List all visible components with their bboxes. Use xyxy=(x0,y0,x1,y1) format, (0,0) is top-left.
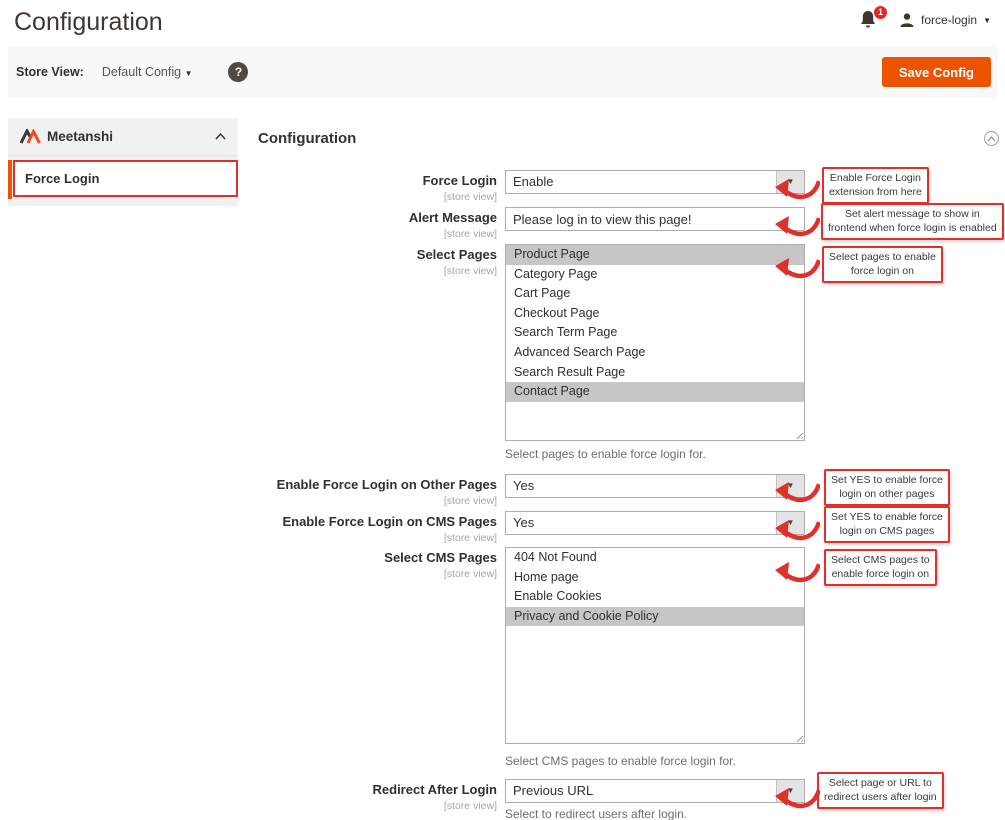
store-view-toolbar: Store View: Default Config ▼ ? Save Conf… xyxy=(8,46,997,98)
chevron-up-icon xyxy=(215,133,226,140)
scope-label: [store view] xyxy=(258,191,497,203)
callout-arrow-icon xyxy=(774,514,820,542)
scope-label: [store view] xyxy=(258,800,497,812)
option-home-page[interactable]: Home page xyxy=(506,568,804,588)
callout-arrow-icon xyxy=(774,782,820,810)
callout-force-login: Enable Force Loginextension from here xyxy=(822,167,929,204)
select-value: Enable xyxy=(513,171,553,193)
option-category-page[interactable]: Category Page xyxy=(506,265,804,285)
username-label: force-login xyxy=(921,13,977,27)
scope-label: [store view] xyxy=(258,228,497,240)
active-item-accent-bar xyxy=(8,160,12,199)
config-section-title: Configuration xyxy=(258,130,356,147)
callout-other-pages: Set YES to enable forcelogin on other pa… xyxy=(824,469,950,506)
option-advanced-search-page[interactable]: Advanced Search Page xyxy=(506,343,804,363)
force-login-select[interactable]: Enable ▼ xyxy=(505,170,805,194)
scope-label: [store view] xyxy=(258,265,497,277)
option-checkout-page[interactable]: Checkout Page xyxy=(506,304,804,324)
field-label-other-pages: Enable Force Login on Other Pages [store… xyxy=(258,476,497,507)
callout-cms-pages: Set YES to enable forcelogin on CMS page… xyxy=(824,506,950,543)
callout-arrow-icon xyxy=(774,252,820,280)
callout-arrow-icon xyxy=(774,173,820,201)
select-cms-pages-multiselect[interactable]: 404 Not Found Home page Enable Cookies P… xyxy=(505,547,805,744)
field-label-select-pages: Select Pages [store view] xyxy=(258,246,497,277)
collapse-section-button[interactable] xyxy=(984,131,999,146)
alert-message-input[interactable] xyxy=(505,207,805,231)
callout-redirect: Select page or URL toredirect users afte… xyxy=(817,772,944,809)
option-product-page[interactable]: Product Page xyxy=(506,245,804,265)
option-search-term-page[interactable]: Search Term Page xyxy=(506,323,804,343)
field-label-force-login: Force Login [store view] xyxy=(258,172,497,203)
field-label-redirect-after-login: Redirect After Login [store view] xyxy=(258,781,497,812)
notifications-button[interactable]: 1 xyxy=(859,10,879,30)
select-cms-pages-note: Select CMS pages to enable force login f… xyxy=(505,754,736,768)
scope-label: [store view] xyxy=(258,532,497,544)
user-menu[interactable]: force-login ▼ xyxy=(899,12,991,28)
option-cart-page[interactable]: Cart Page xyxy=(506,284,804,304)
field-label-select-cms-pages: Select CMS Pages [store view] xyxy=(258,549,497,580)
option-contact-page[interactable]: Contact Page xyxy=(506,382,804,402)
resize-handle[interactable] xyxy=(794,733,803,742)
select-pages-note: Select pages to enable force login for. xyxy=(505,447,706,461)
user-icon xyxy=(899,12,915,28)
callout-arrow-icon xyxy=(774,210,820,238)
field-label-alert-message: Alert Message [store view] xyxy=(258,209,497,240)
cms-pages-select[interactable]: Yes ▼ xyxy=(505,511,805,535)
store-view-label: Store View: xyxy=(16,65,84,79)
redirect-after-login-select[interactable]: Previous URL ▼ xyxy=(505,779,805,803)
page-header: Configuration 1 force-login ▼ xyxy=(0,0,1005,46)
page-title: Configuration xyxy=(14,8,163,37)
sidebar-section-title: Meetanshi xyxy=(47,129,113,144)
option-enable-cookies[interactable]: Enable Cookies xyxy=(506,587,804,607)
scope-label: [store view] xyxy=(258,495,497,507)
chevron-down-icon: ▼ xyxy=(983,16,991,25)
help-icon[interactable]: ? xyxy=(228,62,248,82)
store-view-value: Default Config xyxy=(102,65,181,79)
option-404-not-found[interactable]: 404 Not Found xyxy=(506,548,804,568)
header-actions: 1 force-login ▼ xyxy=(859,10,991,30)
option-privacy-cookie-policy[interactable]: Privacy and Cookie Policy xyxy=(506,607,804,627)
callout-arrow-icon xyxy=(774,556,820,584)
field-label-cms-pages: Enable Force Login on CMS Pages [store v… xyxy=(258,513,497,544)
chevron-up-icon xyxy=(987,136,996,142)
scope-label: [store view] xyxy=(258,568,497,580)
option-search-result-page[interactable]: Search Result Page xyxy=(506,363,804,383)
callout-alert-message: Set alert message to show infrontend whe… xyxy=(821,203,1004,240)
resize-handle[interactable] xyxy=(794,430,803,439)
other-pages-select[interactable]: Yes ▼ xyxy=(505,474,805,498)
sidebar-section-meetanshi[interactable]: Meetanshi xyxy=(8,118,238,156)
select-value: Yes xyxy=(513,475,534,497)
save-config-button[interactable]: Save Config xyxy=(882,57,991,87)
select-value: Previous URL xyxy=(513,780,593,802)
store-view-dropdown[interactable]: Default Config ▼ xyxy=(102,65,193,79)
chevron-down-icon: ▼ xyxy=(185,69,193,78)
main-content: Configuration Force Login [store view] E… xyxy=(258,118,1005,820)
sidebar-item-force-login[interactable]: Force Login xyxy=(8,160,238,197)
sidebar-item-label[interactable]: Force Login xyxy=(13,160,238,197)
callout-select-pages: Select pages to enableforce login on xyxy=(822,246,943,283)
notification-badge: 1 xyxy=(873,5,888,20)
sidebar: Meetanshi Force Login xyxy=(8,118,238,206)
meetanshi-logo-icon xyxy=(20,129,41,144)
callout-select-cms-pages: Select CMS pages toenable force login on xyxy=(824,549,937,586)
sidebar-body: Force Login xyxy=(8,156,238,206)
callout-arrow-icon xyxy=(774,476,820,504)
select-pages-multiselect[interactable]: Product Page Category Page Cart Page Che… xyxy=(505,244,805,441)
select-value: Yes xyxy=(513,512,534,534)
store-view-switcher: Store View: Default Config ▼ ? xyxy=(16,46,248,98)
redirect-note: Select to redirect users after login. xyxy=(505,807,687,820)
